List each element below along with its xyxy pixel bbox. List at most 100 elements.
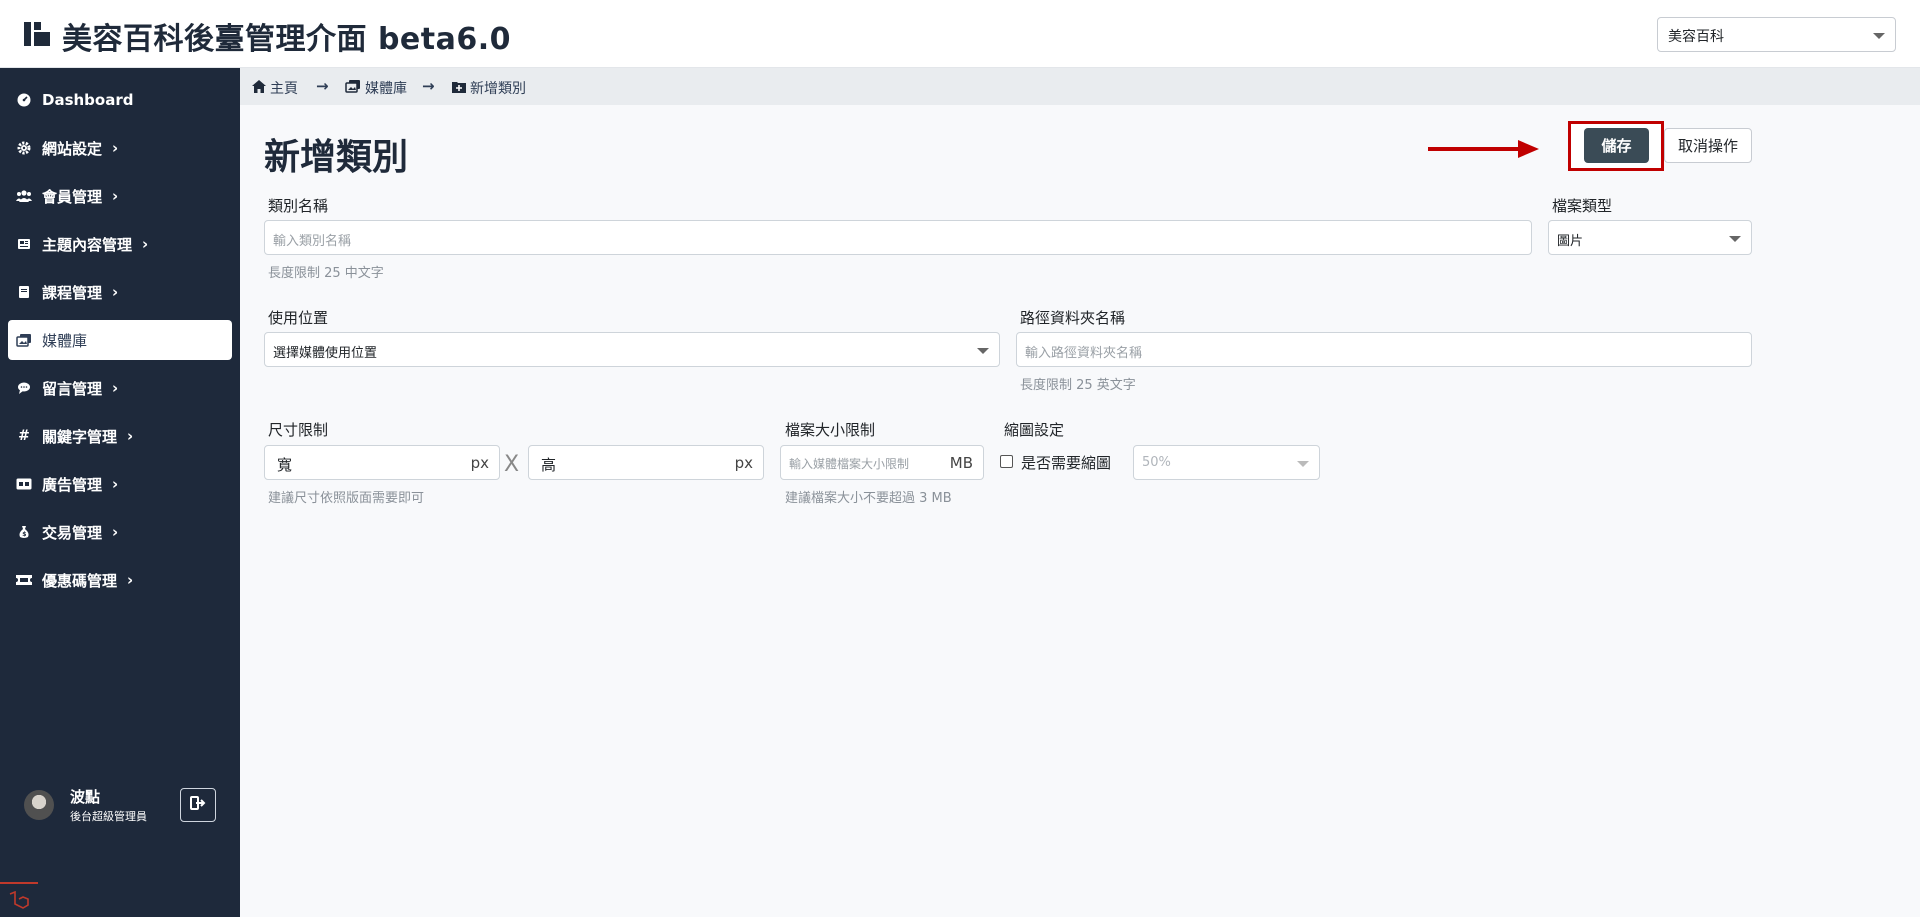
- file-type-value: 圖片: [1557, 234, 1584, 249]
- images-icon: [16, 332, 32, 348]
- laravel-badge-icon[interactable]: [0, 882, 38, 917]
- thumb-scale-value: 50%: [1142, 455, 1171, 470]
- category-name-label: 類別名稱: [268, 197, 329, 215]
- height-placeholder: 高: [541, 456, 557, 474]
- sign-out-icon: [190, 795, 206, 815]
- width-unit: px: [470, 454, 489, 472]
- usage-value: 選擇媒體使用位置: [273, 346, 378, 361]
- arrow-right-icon: →: [316, 77, 329, 95]
- chevron-right-icon: ›: [127, 571, 134, 589]
- cancel-button[interactable]: 取消操作: [1664, 128, 1752, 163]
- chevron-right-icon: ›: [112, 139, 119, 157]
- sidebar-item-keywords[interactable]: # 關鍵字管理 ›: [8, 416, 232, 456]
- chevron-right-icon: ›: [142, 235, 149, 253]
- thumb-scale-select[interactable]: 50%: [1133, 445, 1320, 480]
- annotation-arrow-icon: [1428, 138, 1540, 164]
- sidebar-item-ads[interactable]: 廣告管理 ›: [8, 464, 232, 504]
- folder-help: 長度限制 25 英文字: [1020, 378, 1136, 393]
- thumb-checkbox[interactable]: [1000, 455, 1013, 468]
- sidebar-item-label: 網站設定: [42, 139, 103, 158]
- chevron-right-icon: ›: [112, 523, 119, 541]
- sidebar-item-label: 留言管理: [42, 379, 103, 398]
- width-placeholder: 寬: [277, 456, 293, 474]
- user-name: 波點: [70, 788, 101, 806]
- chevron-right-icon: ›: [112, 475, 119, 493]
- category-name-help: 長度限制 25 中文字: [268, 266, 384, 281]
- filesize-label: 檔案大小限制: [785, 421, 876, 439]
- height-unit: px: [734, 454, 753, 472]
- breadcrumb-media[interactable]: 媒體庫: [345, 78, 407, 98]
- logout-button[interactable]: [180, 788, 216, 822]
- sidebar-item-label: Dashboard: [42, 91, 134, 109]
- sidebar-item-transactions[interactable]: $ 交易管理 ›: [8, 512, 232, 552]
- gear-icon: [16, 140, 32, 156]
- breadcrumb-home-label: 主頁: [270, 81, 298, 97]
- chevron-right-icon: ›: [112, 283, 119, 301]
- user-role: 後台超級管理員: [70, 810, 147, 823]
- breadcrumb-current: 新增類別: [452, 78, 526, 98]
- filesize-unit: MB: [949, 454, 973, 472]
- sidebar-item-label: 優惠碼管理: [42, 571, 118, 590]
- svg-text:$: $: [22, 531, 26, 538]
- page-title: 新增類別: [264, 137, 409, 178]
- book-icon: [16, 284, 32, 300]
- filesize-input[interactable]: 輸入媒體檔案大小限制 MB: [780, 445, 984, 480]
- sidebar-item-topic-content[interactable]: 主題內容管理 ›: [8, 224, 232, 264]
- sidebar-item-label: 會員管理: [42, 187, 103, 206]
- home-icon: [252, 79, 266, 97]
- avatar[interactable]: [24, 790, 54, 820]
- sidebar-item-site-settings[interactable]: 網站設定 ›: [8, 128, 232, 168]
- money-bag-icon: $: [16, 524, 32, 540]
- category-name-placeholder: 輸入類別名稱: [273, 234, 352, 249]
- file-type-label: 檔案類型: [1552, 197, 1613, 215]
- filesize-placeholder: 輸入媒體檔案大小限制: [789, 457, 910, 471]
- sidebar-item-comments[interactable]: 留言管理 ›: [8, 368, 232, 408]
- top-header: 美容百科後臺管理介面 beta6.0 美容百科: [0, 0, 1920, 68]
- arrow-right-icon: →: [422, 77, 435, 95]
- sidebar-item-media-library[interactable]: 媒體庫: [8, 320, 232, 360]
- thumb-label: 縮圖設定: [1004, 421, 1065, 439]
- folder-placeholder: 輸入路徑資料夾名稱: [1025, 346, 1143, 361]
- sidebar-item-label: 課程管理: [42, 283, 103, 302]
- sidebar-item-members[interactable]: 會員管理 ›: [8, 176, 232, 216]
- sidebar-item-courses[interactable]: 課程管理 ›: [8, 272, 232, 312]
- thumb-checkbox-label[interactable]: 是否需要縮圖: [1021, 452, 1111, 473]
- chevron-right-icon: ›: [112, 379, 119, 397]
- app-title: 美容百科後臺管理介面 beta6.0: [62, 22, 511, 57]
- sidebar-item-label: 主題內容管理: [42, 235, 133, 254]
- breadcrumb-home[interactable]: 主頁: [252, 78, 298, 98]
- category-name-input[interactable]: 輸入類別名稱: [264, 220, 1532, 255]
- sidebar-item-dashboard[interactable]: Dashboard: [8, 80, 232, 120]
- users-icon: [16, 188, 32, 204]
- laravel-logo-icon: [22, 18, 54, 54]
- filesize-help: 建議檔案大小不要超過 3 MB: [785, 491, 952, 506]
- usage-select[interactable]: 選擇媒體使用位置: [264, 332, 1000, 367]
- images-icon: [345, 79, 361, 97]
- folder-label: 路徑資料夾名稱: [1020, 309, 1126, 327]
- caret-down-icon: [1873, 33, 1885, 39]
- width-input[interactable]: 寬 px: [264, 445, 500, 480]
- size-help: 建議尺寸依照版面需要即可: [268, 491, 425, 506]
- file-type-select[interactable]: 圖片: [1548, 220, 1752, 255]
- size-label: 尺寸限制: [268, 421, 329, 439]
- folder-plus-icon: [452, 80, 466, 97]
- sidebar-item-coupons[interactable]: 優惠碼管理 ›: [8, 560, 232, 600]
- height-input[interactable]: 高 px: [528, 445, 764, 480]
- save-button[interactable]: 儲存: [1584, 128, 1649, 163]
- sidebar-item-label: 廣告管理: [42, 475, 103, 494]
- breadcrumb-current-label: 新增類別: [470, 81, 526, 97]
- caret-down-icon: [1729, 236, 1741, 242]
- breadcrumb-media-label: 媒體庫: [365, 81, 407, 97]
- site-select[interactable]: 美容百科: [1657, 17, 1896, 52]
- sidebar-item-label: 媒體庫: [42, 331, 88, 350]
- hashtag-icon: #: [18, 428, 30, 444]
- chevron-right-icon: ›: [127, 427, 134, 445]
- site-select-value: 美容百科: [1668, 29, 1724, 45]
- times-icon: X: [504, 452, 520, 477]
- chevron-right-icon: ›: [112, 187, 119, 205]
- usage-label: 使用位置: [268, 309, 329, 327]
- ticket-icon: [16, 572, 32, 588]
- sidebar-item-label: 交易管理: [42, 523, 103, 542]
- folder-input[interactable]: 輸入路徑資料夾名稱: [1016, 332, 1752, 367]
- brand[interactable]: 美容百科後臺管理介面 beta6.0: [22, 14, 511, 58]
